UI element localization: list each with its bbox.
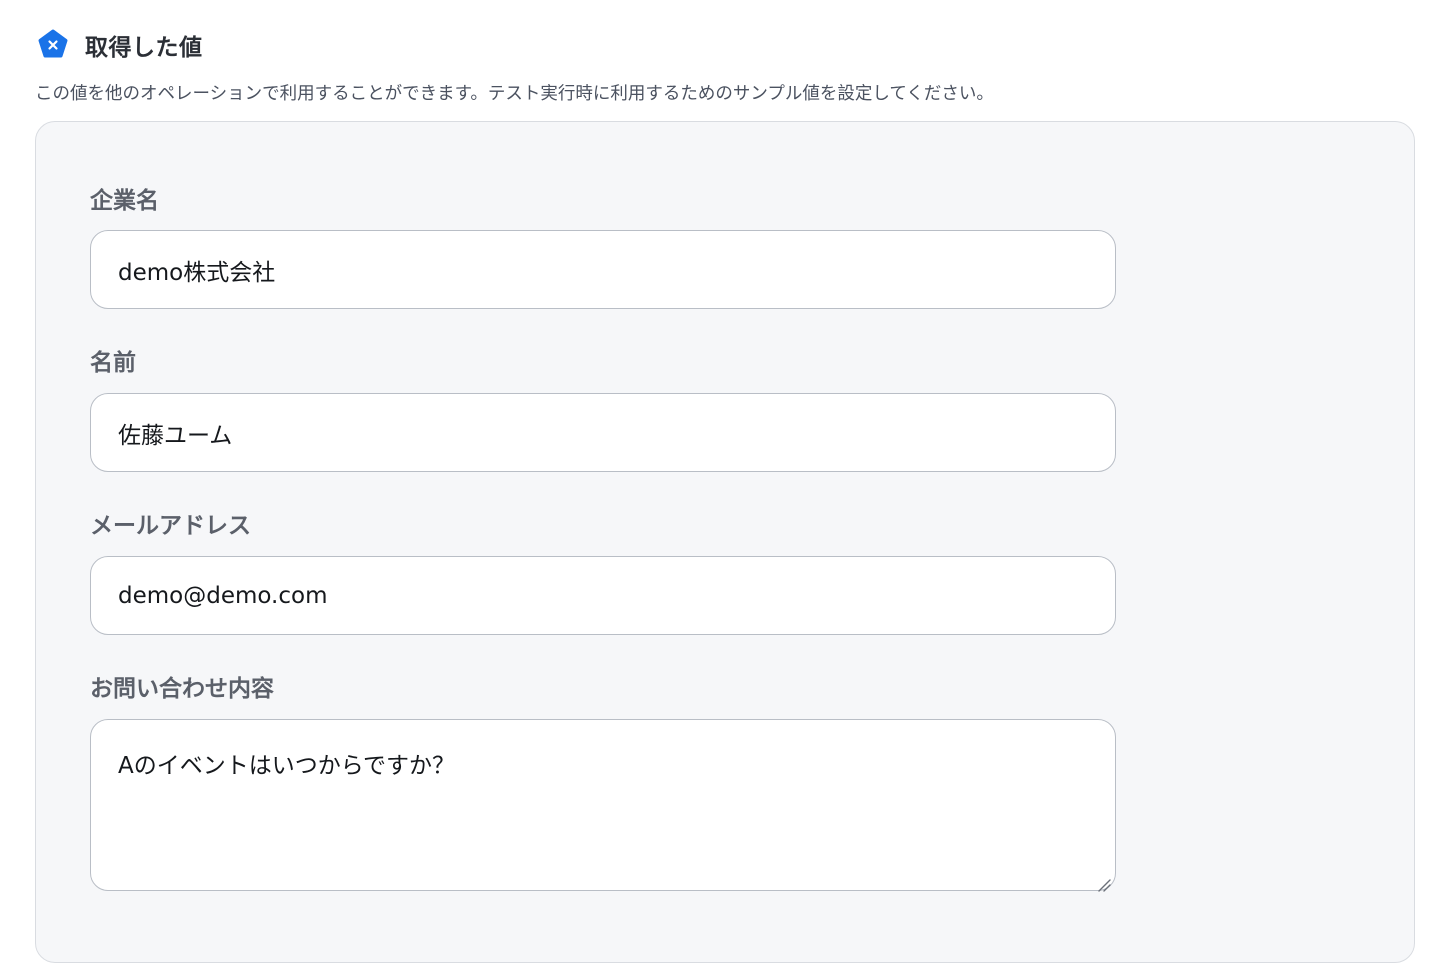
inquiry-text: Aのイベントはいつからですか？ <box>118 753 456 779</box>
email-input[interactable]: demo@demo.com <box>90 556 1116 635</box>
resize-handle-icon[interactable] <box>1097 872 1111 892</box>
field-label-name: 名前 <box>90 350 136 376</box>
name-input[interactable]: 佐藤ユーム <box>90 393 1116 472</box>
section-description: この値を他のオペレーションで利用することができます。テスト実行時に利用するための… <box>35 84 994 104</box>
field-label-inquiry: お問い合わせ内容 <box>90 676 274 702</box>
field-label-company: 企業名 <box>90 188 159 214</box>
page: 取得した値 この値を他のオペレーションで利用することができます。テスト実行時に利… <box>0 0 1440 978</box>
company-name-input[interactable]: demo株式会社 <box>90 230 1116 309</box>
section-header: 取得した値 <box>36 28 203 62</box>
inquiry-textarea[interactable]: Aのイベントはいつからですか？ <box>90 719 1116 892</box>
section-title: 取得した値 <box>85 35 203 61</box>
field-label-email: メールアドレス <box>90 513 251 539</box>
pentagon-x-icon <box>36 28 70 62</box>
